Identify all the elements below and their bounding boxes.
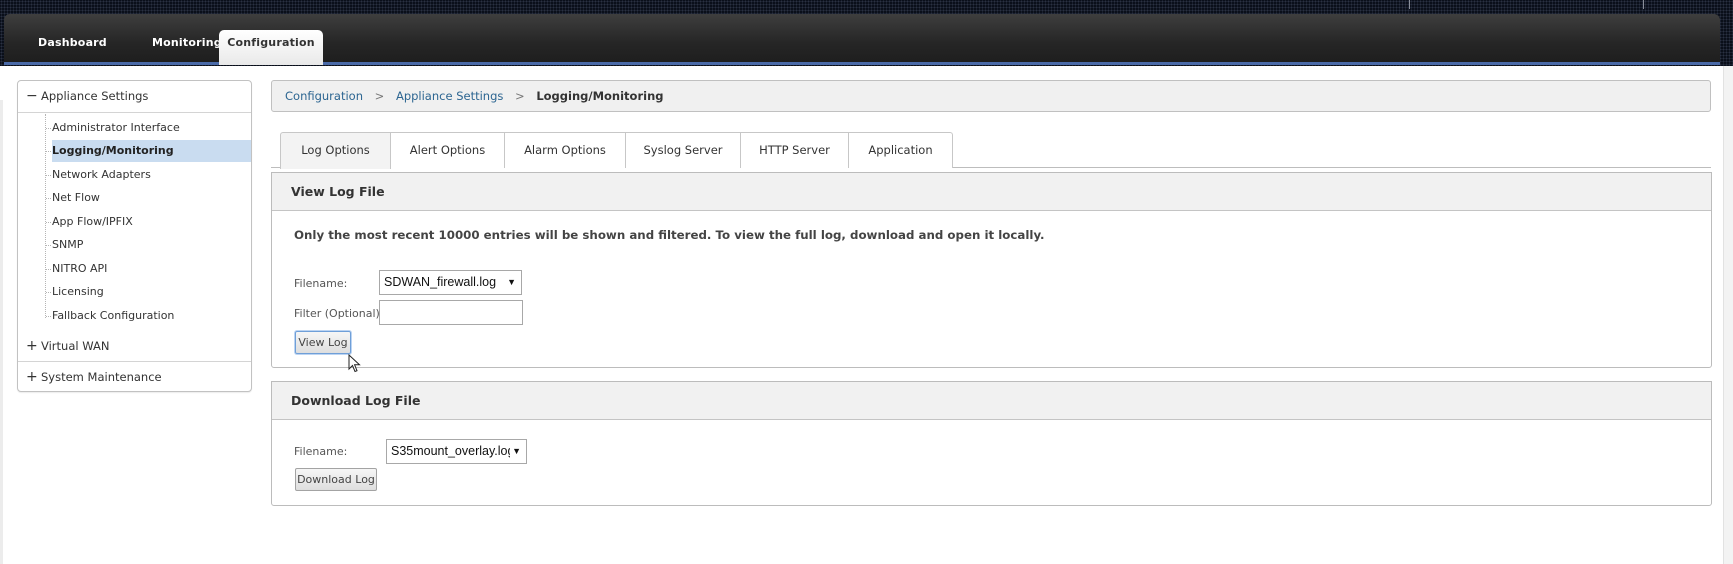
- breadcrumb-separator: >: [374, 89, 385, 103]
- tab-alarm-options[interactable]: Alarm Options: [504, 132, 626, 168]
- tree-tick: [46, 151, 51, 152]
- sidebar-item-label: NITRO API: [52, 262, 108, 275]
- sidebar-section-label: Appliance Settings: [41, 89, 149, 103]
- sidebar-item-label: Administrator Interface: [52, 121, 180, 134]
- tab-application[interactable]: Application: [848, 132, 953, 168]
- main-nav: Dashboard Monitoring Configuration: [4, 14, 1720, 65]
- banner-divider: [1643, 0, 1644, 9]
- view-log-panel: View Log File Only the most recent 10000…: [271, 172, 1712, 368]
- sidebar-tree: − Appliance Settings Administrator Inter…: [17, 80, 252, 392]
- sidebar-section-system-maintenance[interactable]: + System Maintenance: [18, 362, 251, 392]
- nav-tab-dashboard[interactable]: Dashboard: [38, 36, 107, 62]
- sidebar-item-fallback-configuration[interactable]: Fallback Configuration: [46, 305, 251, 327]
- mouse-pointer-icon: [348, 354, 361, 373]
- expand-plus-icon[interactable]: +: [26, 362, 38, 392]
- view-log-button[interactable]: View Log: [295, 331, 351, 354]
- sidebar-item-label: Net Flow: [52, 191, 100, 204]
- tab-syslog-server[interactable]: Syslog Server: [625, 132, 741, 168]
- download-log-panel: Download Log File Filename: S35mount_ove…: [271, 381, 1712, 506]
- breadcrumb-current: Logging/Monitoring: [536, 89, 664, 103]
- filter-input[interactable]: [379, 300, 523, 325]
- sidebar-item-label: Logging/Monitoring: [52, 144, 174, 157]
- nav-tab-monitoring[interactable]: Monitoring: [152, 36, 222, 62]
- sidebar-item-nitro-api[interactable]: NITRO API: [46, 258, 251, 280]
- dropdown-arrow-icon: ▼: [510, 440, 521, 463]
- tree-tick: [46, 269, 51, 270]
- sidebar-item-label: App Flow/IPFIX: [52, 215, 133, 228]
- download-log-button[interactable]: Download Log: [295, 468, 377, 491]
- sidebar-item-snmp[interactable]: SNMP: [46, 234, 251, 256]
- expand-plus-icon[interactable]: +: [26, 331, 38, 361]
- filename-label: Filename:: [294, 445, 348, 458]
- sidebar-section-label: System Maintenance: [41, 370, 162, 384]
- tree-tick: [46, 222, 51, 223]
- view-log-notice: Only the most recent 10000 entries will …: [294, 228, 1045, 242]
- dropdown-arrow-icon: ▼: [507, 277, 516, 287]
- sidebar-item-label: SNMP: [52, 238, 84, 251]
- tree-tick: [46, 175, 51, 176]
- select-value: S35mount_overlay.log: [391, 444, 515, 458]
- tree-tick: [46, 128, 51, 129]
- breadcrumb-separator: >: [515, 89, 525, 103]
- sidebar-item-licensing[interactable]: Licensing: [46, 281, 251, 303]
- tab-http-server[interactable]: HTTP Server: [740, 132, 849, 168]
- sidebar-item-label: Network Adapters: [52, 168, 151, 181]
- sidebar-item-net-flow[interactable]: Net Flow: [46, 187, 251, 209]
- sidebar-item-administrator-interface[interactable]: Administrator Interface: [46, 117, 251, 139]
- filter-label: Filter (Optional):: [294, 307, 384, 320]
- breadcrumb-configuration[interactable]: Configuration: [285, 89, 363, 103]
- nav-tab-configuration[interactable]: Configuration: [219, 30, 323, 65]
- page-scrollbar[interactable]: [1723, 66, 1733, 564]
- sidebar-section-appliance-settings[interactable]: − Appliance Settings: [18, 81, 251, 112]
- sidebar-item-app-flow-ipfix[interactable]: App Flow/IPFIX: [46, 211, 251, 233]
- view-log-filename-select[interactable]: SDWAN_firewall.log ▼: [379, 270, 522, 295]
- download-log-filename-select[interactable]: S35mount_overlay.log ▼: [386, 439, 527, 464]
- sidebar-item-label: Fallback Configuration: [52, 309, 175, 322]
- select-value: SDWAN_firewall.log: [384, 275, 497, 289]
- filename-label: Filename:: [294, 277, 348, 290]
- breadcrumb: Configuration > Appliance Settings > Log…: [271, 80, 1711, 112]
- banner-divider: [1409, 0, 1410, 9]
- sidebar-item-logging-monitoring[interactable]: Logging/Monitoring: [46, 140, 251, 162]
- sidebar-item-network-adapters[interactable]: Network Adapters: [46, 164, 251, 186]
- sidebar-section-virtual-wan[interactable]: + Virtual WAN: [18, 331, 251, 361]
- tree-connector: [45, 114, 46, 318]
- left-edge-strip: [0, 100, 3, 564]
- tree-tick: [46, 292, 51, 293]
- sidebar-divider: [18, 112, 251, 113]
- sidebar-item-label: Licensing: [52, 285, 104, 298]
- download-log-title: Download Log File: [272, 382, 1711, 420]
- view-log-title: View Log File: [272, 173, 1711, 211]
- sidebar-section-label: Virtual WAN: [41, 339, 110, 353]
- breadcrumb-appliance-settings[interactable]: Appliance Settings: [396, 89, 503, 103]
- tree-tick: [46, 316, 51, 317]
- tab-alert-options[interactable]: Alert Options: [390, 132, 505, 168]
- tree-tick: [46, 198, 51, 199]
- tree-tick: [46, 245, 51, 246]
- tab-log-options[interactable]: Log Options: [280, 132, 391, 169]
- collapse-minus-icon[interactable]: −: [26, 81, 38, 112]
